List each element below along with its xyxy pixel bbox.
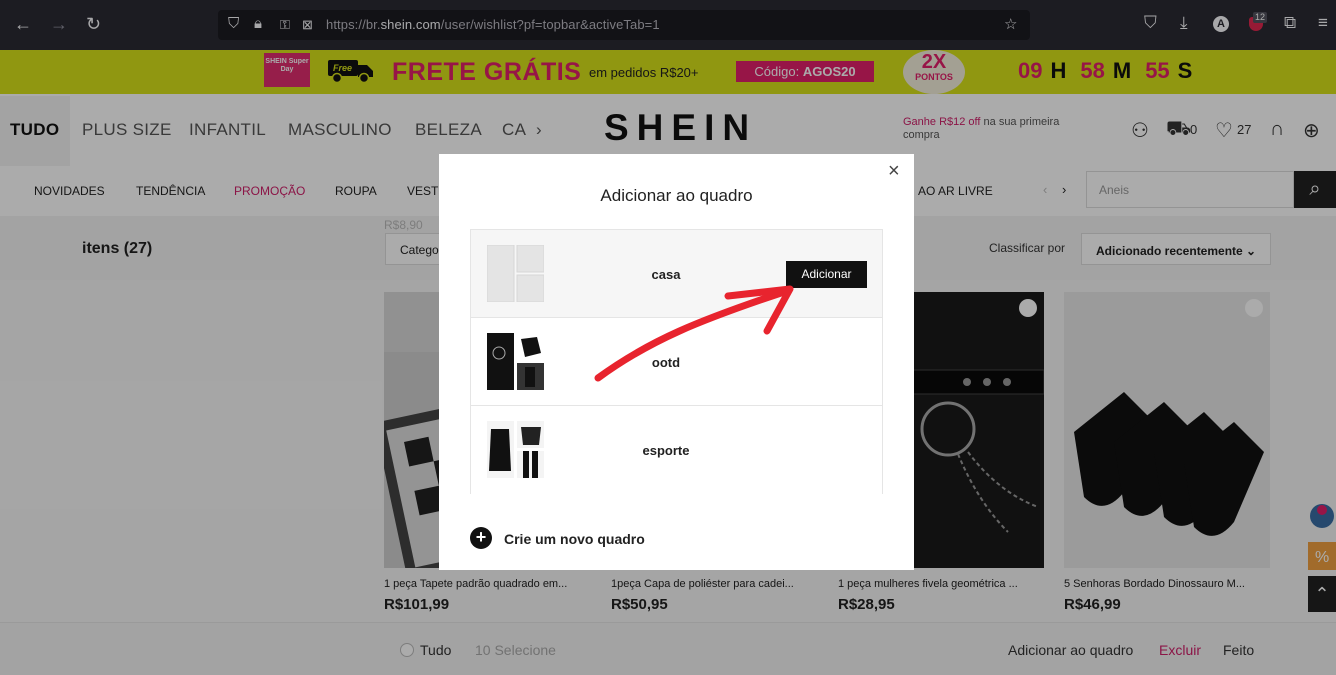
board-item-ootd[interactable]: ootd — [471, 318, 882, 406]
plus-icon: + — [470, 527, 492, 549]
board-thumbnail — [487, 421, 544, 478]
add-to-board-dialog: × Adicionar ao quadro casa Adicionar oot… — [439, 154, 914, 570]
board-thumbnail — [487, 333, 544, 390]
close-icon[interactable]: × — [888, 160, 900, 183]
board-item-casa[interactable]: casa Adicionar — [471, 230, 882, 318]
add-to-board-casa-button[interactable]: Adicionar — [786, 261, 867, 288]
board-name: esporte — [642, 443, 690, 458]
board-list: casa Adicionar ootd esporte — [470, 229, 883, 494]
dialog-title: Adicionar ao quadro — [600, 186, 753, 205]
board-name: casa — [651, 267, 681, 282]
board-item-esporte[interactable]: esporte — [471, 406, 882, 494]
create-board-label: Crie um novo quadro — [504, 531, 645, 547]
board-name: ootd — [651, 355, 681, 370]
board-thumbnail — [487, 245, 544, 302]
